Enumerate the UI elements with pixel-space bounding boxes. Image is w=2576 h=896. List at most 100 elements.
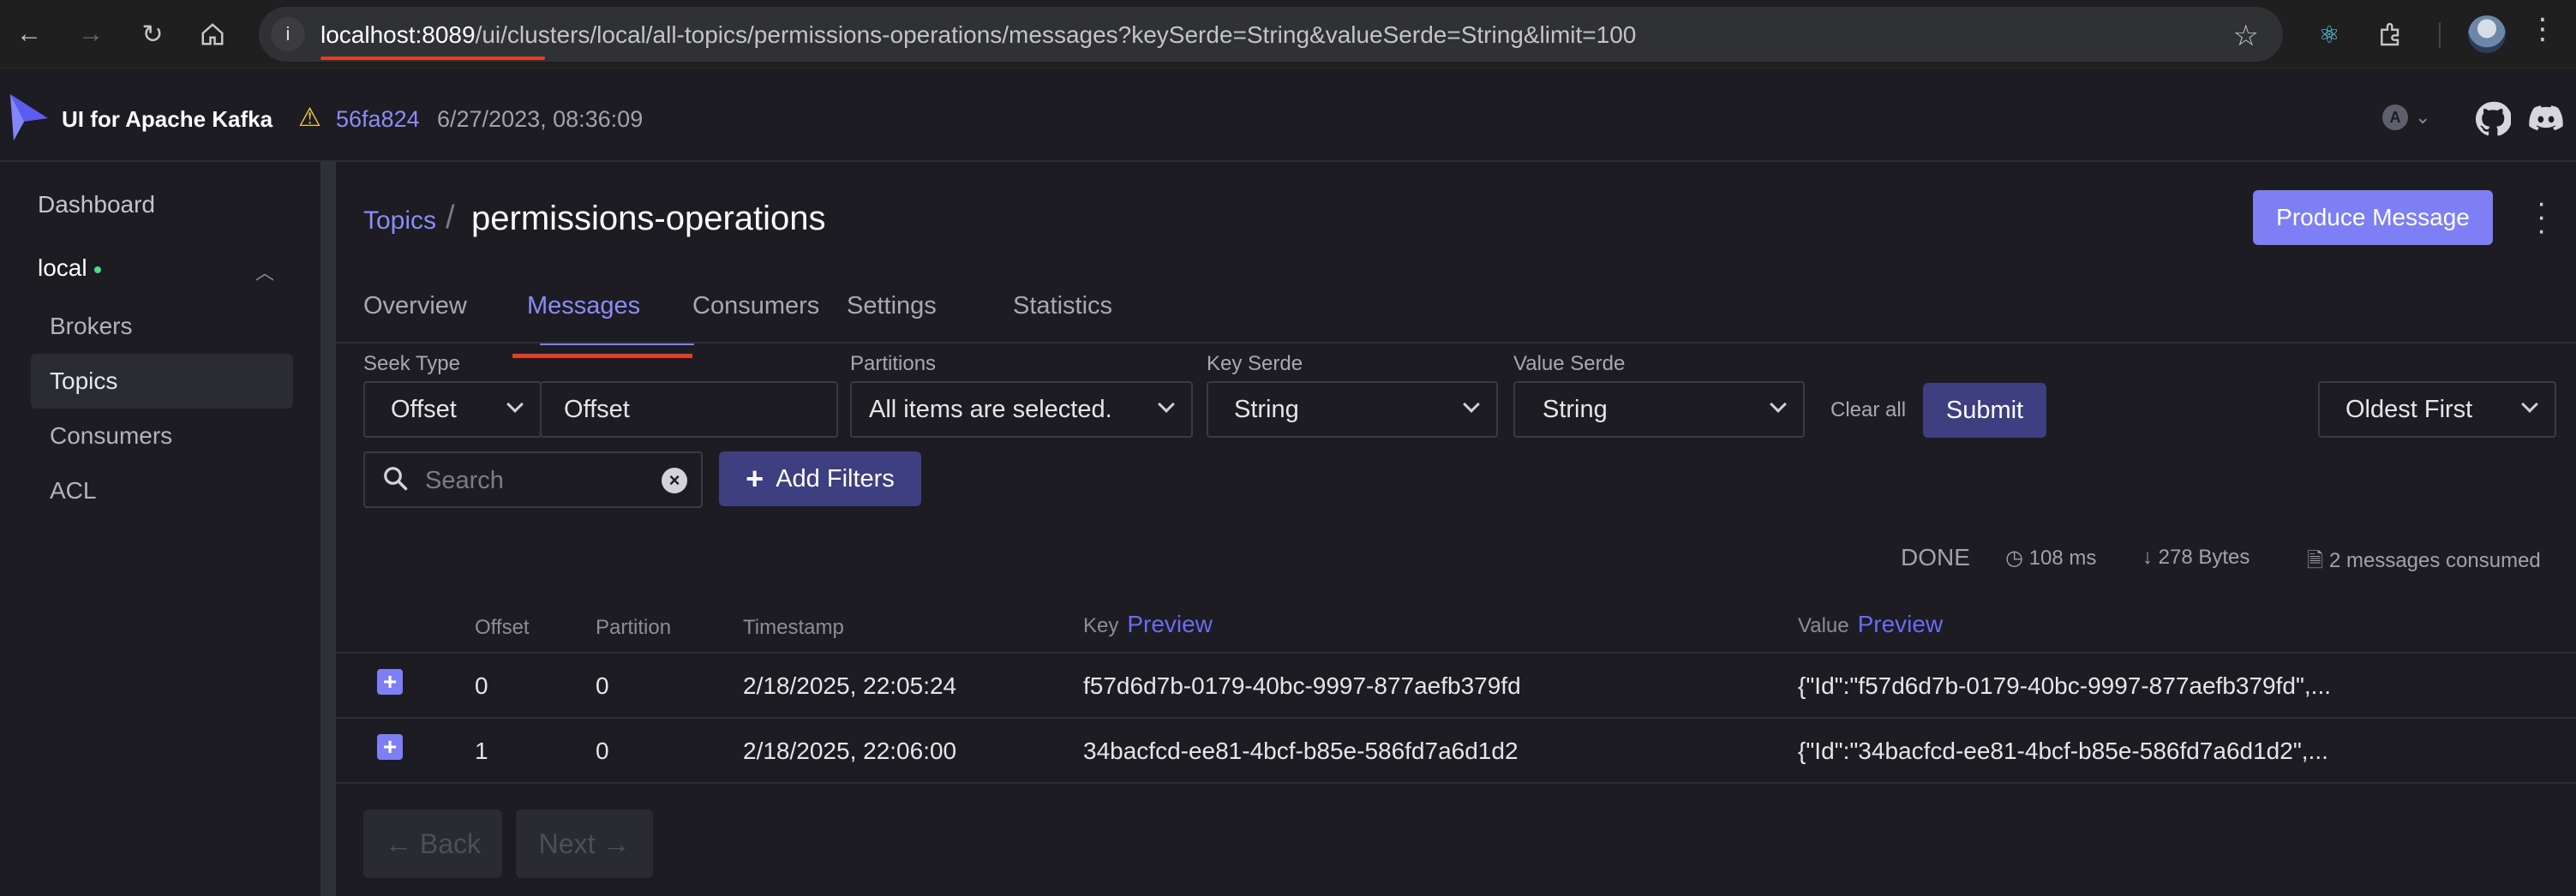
partitions-label: Partitions [850, 352, 937, 375]
column-header-timestamp: Timestamp [743, 616, 844, 639]
url-path: /ui/clusters/local/all-topics/permission… [475, 21, 1637, 48]
key-serde-select[interactable]: String [1207, 381, 1498, 438]
key-header-label: Key [1083, 614, 1119, 637]
value-preview-link[interactable]: Preview [1858, 611, 1944, 637]
table-row[interactable]: + 0 0 2/18/2025, 22:05:24 f57d6d7b-0179-… [336, 654, 2576, 719]
github-icon[interactable] [2475, 101, 2511, 137]
cell-offset: 1 [475, 738, 488, 764]
search-input[interactable] [425, 463, 631, 498]
more-actions-icon[interactable]: · · · [2537, 188, 2546, 245]
column-header-value: Value Preview [1798, 611, 1943, 638]
sidebar-item-label: Consumers [50, 422, 173, 449]
sidebar-scrollbar[interactable] [321, 162, 336, 896]
warning-icon: ⚠ [298, 104, 321, 132]
profile-avatar[interactable] [2468, 15, 2506, 53]
clear-search-icon[interactable]: × [662, 468, 687, 493]
back-arrow-icon[interactable]: ← [9, 14, 50, 55]
tabs-divider [336, 342, 2576, 343]
version-hash-link[interactable]: 56fa824 [336, 106, 420, 133]
plus-icon: + [746, 461, 764, 496]
chevron-up-icon[interactable]: ︿ [255, 258, 274, 285]
seek-type-value: Offset [391, 395, 457, 423]
cell-partition: 0 [596, 672, 609, 699]
sidebar-item-acl[interactable]: ACL [31, 463, 293, 518]
sidebar-item-topics[interactable]: Topics [31, 354, 293, 409]
browser-toolbar: ← → ↻ i localhost:8089/ui/clusters/local… [0, 0, 2576, 69]
search-box[interactable]: × [363, 451, 703, 508]
value-header-label: Value [1798, 614, 1849, 637]
theme-selector[interactable]: A ⌄ [2382, 105, 2430, 130]
sidebar-item-brokers[interactable]: Brokers [31, 299, 293, 354]
consume-status: DONE [1901, 544, 1970, 570]
arrow-down-icon: ↓ [2142, 546, 2153, 569]
cell-timestamp: 2/18/2025, 22:05:24 [743, 672, 957, 699]
extensions-icon[interactable] [2372, 15, 2410, 53]
chevron-down-icon [506, 396, 524, 413]
elapsed-time: ◷ 108 ms [2005, 546, 2096, 570]
star-icon[interactable]: ☆ [2233, 19, 2259, 53]
discord-icon[interactable] [2528, 101, 2564, 137]
cell-partition: 0 [596, 738, 609, 764]
tab-messages[interactable]: Messages [527, 292, 640, 320]
online-status-dot [93, 266, 101, 273]
sidebar-cluster-local[interactable]: local [38, 254, 101, 282]
reload-icon[interactable]: ↻ [132, 14, 173, 55]
cell-value: {"Id":"34bacfcd-ee81-4bcf-b85e-586fd7a6d… [1798, 738, 2328, 764]
clock-icon: ◷ [2005, 547, 2023, 570]
kafka-ui-logo-icon[interactable] [9, 93, 50, 142]
key-serde-value: String [1234, 395, 1299, 423]
tab-statistics[interactable]: Statistics [1013, 292, 1112, 320]
column-header-partition: Partition [596, 616, 672, 639]
search-icon [384, 467, 408, 491]
url-text: localhost:8089/ui/clusters/local/all-top… [321, 21, 1636, 49]
seek-offset-value: Offset [564, 395, 630, 423]
sidebar-item-dashboard[interactable]: Dashboard [38, 191, 155, 218]
submit-button[interactable]: Submit [1923, 383, 2046, 438]
partitions-value: All items are selected. [869, 395, 1112, 423]
partitions-multiselect[interactable]: All items are selected. [850, 381, 1193, 438]
cell-offset: 0 [475, 672, 488, 699]
value-serde-value: String [1543, 395, 1608, 423]
cell-timestamp: 2/18/2025, 22:06:00 [743, 738, 957, 764]
home-icon[interactable] [192, 14, 233, 55]
address-bar[interactable]: i localhost:8089/ui/clusters/local/all-t… [259, 7, 2283, 62]
produce-message-button[interactable]: Produce Message [2253, 190, 2493, 245]
table-row[interactable]: + 1 0 2/18/2025, 22:06:00 34bacfcd-ee81-… [336, 719, 2576, 784]
clear-all-button[interactable]: Clear all [1830, 398, 1906, 422]
sort-order-select[interactable]: Oldest First [2318, 381, 2556, 438]
url-annotation-underline [321, 57, 545, 60]
value-serde-select[interactable]: String [1513, 381, 1805, 438]
add-filters-button[interactable]: + Add Filters [719, 451, 921, 506]
seek-type-select[interactable]: Offset [363, 381, 542, 438]
sidebar-item-label: Topics [50, 367, 118, 394]
cell-key: 34bacfcd-ee81-4bcf-b85e-586fd7a6d1d2 [1083, 738, 1519, 764]
forward-arrow-icon[interactable]: → [70, 14, 111, 55]
seek-type-label: Seek Type [363, 352, 460, 375]
seek-offset-input[interactable]: Offset [540, 381, 838, 438]
bytes-consumed: ↓ 278 Bytes [2142, 546, 2250, 570]
messages-consumed-value: 2 messages consumed [2328, 549, 2541, 572]
sidebar-item-label: Brokers [50, 313, 133, 339]
sidebar: Dashboard local ︿ Brokers Topics Consume… [0, 162, 321, 896]
back-page-button[interactable]: ← Back [363, 809, 502, 878]
react-devtools-icon[interactable]: ⚛ [2310, 15, 2348, 53]
expand-row-icon[interactable]: + [377, 734, 403, 760]
auto-theme-icon: A [2382, 105, 2408, 130]
tab-settings[interactable]: Settings [847, 292, 937, 320]
key-preview-link[interactable]: Preview [1127, 611, 1213, 637]
tab-overview[interactable]: Overview [363, 292, 467, 320]
sidebar-item-consumers[interactable]: Consumers [31, 409, 293, 463]
next-page-button[interactable]: Next → [516, 809, 653, 878]
app-header: UI for Apache Kafka ⚠ 56fa824 6/27/2023,… [0, 69, 2576, 162]
app-name[interactable]: UI for Apache Kafka [62, 106, 273, 133]
tab-consumers[interactable]: Consumers [692, 292, 819, 320]
info-icon[interactable]: i [271, 17, 305, 51]
messages-consumed: 🗎 2 messages consumed [2307, 546, 2541, 581]
toolbar-divider [2439, 22, 2441, 48]
add-filters-label: Add Filters [776, 464, 895, 493]
chevron-down-icon [1770, 396, 1787, 413]
more-vert-icon[interactable]: ⋮ [2528, 12, 2557, 46]
sidebar-item-label: ACL [50, 477, 97, 504]
breadcrumb-topics-link[interactable]: Topics [363, 206, 436, 236]
expand-row-icon[interactable]: + [377, 669, 403, 695]
